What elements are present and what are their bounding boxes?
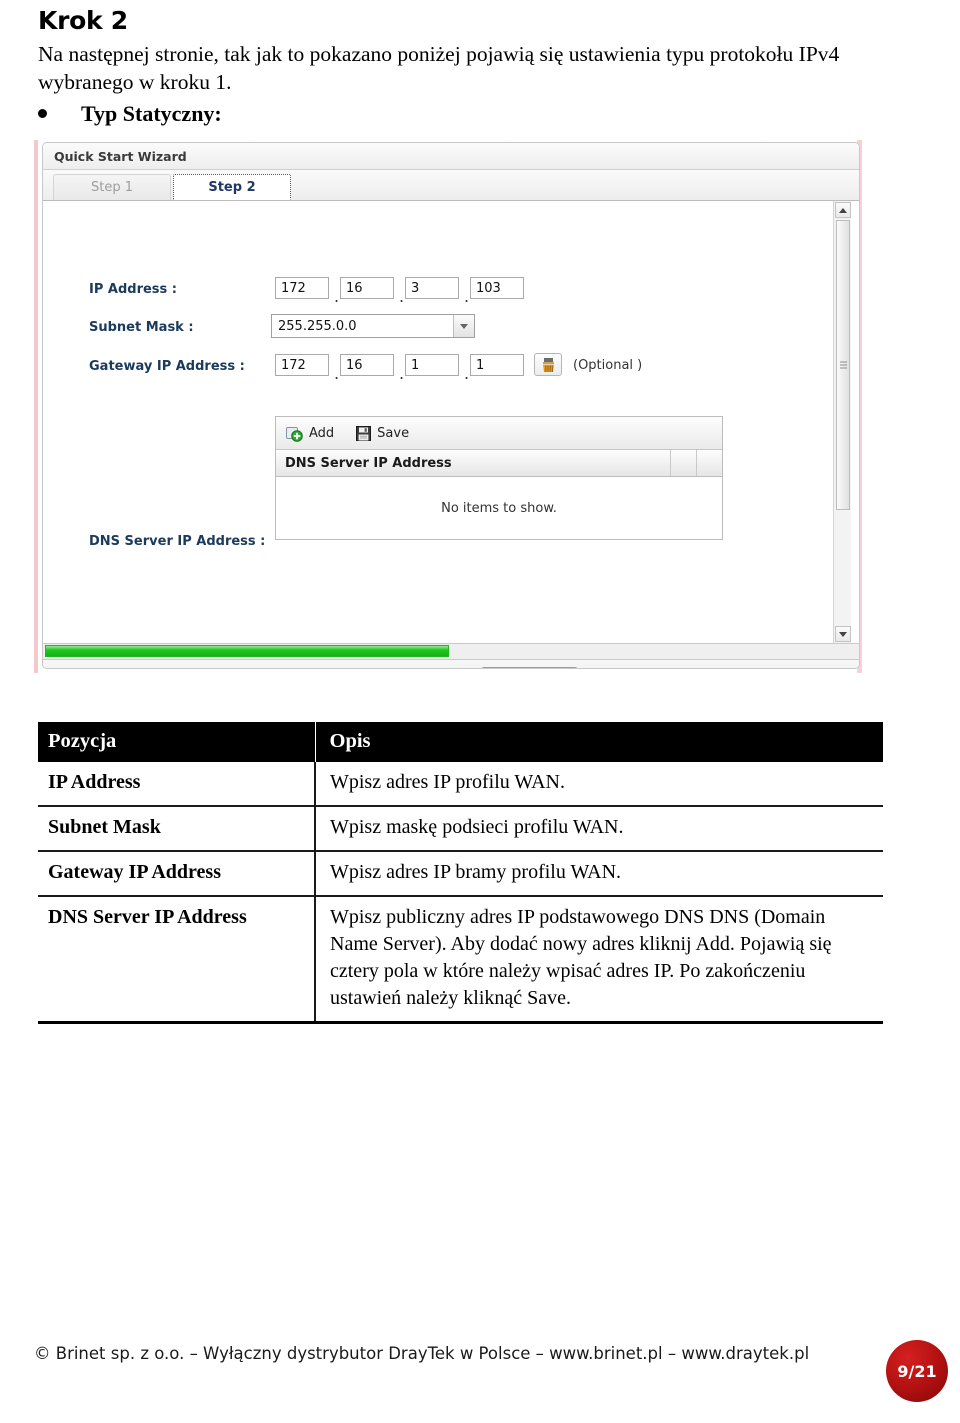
dns-panel-toolbar: Add Save — [276, 417, 722, 450]
gateway-optional-text: (Optional ) — [573, 358, 643, 373]
bullet-item-static-type: Typ Statyczny: — [38, 101, 222, 127]
add-icon — [286, 425, 303, 442]
scroll-down-arrow-icon[interactable] — [835, 626, 851, 642]
row-description-gateway-ip-address: Wpisz adres IP bramy profilu WAN. — [315, 851, 883, 897]
dns-column-header-blank-1[interactable] — [670, 450, 696, 476]
row-item-dns-server-ip-address: DNS Server IP Address — [38, 896, 316, 1024]
row-description-subnet-mask: Wpisz maskę podsieci profilu WAN. — [315, 806, 883, 852]
table-row: IP Address Wpisz adres IP profilu WAN. — [38, 762, 883, 807]
scroll-up-arrow-icon[interactable] — [835, 202, 851, 218]
tab-step-2[interactable]: Step 2 — [173, 174, 291, 200]
wizard-screenshot: Quick Start Wizard Step 1 Step 2 IP Addr… — [34, 140, 862, 673]
row-description-ip-address: Wpisz adres IP profilu WAN. — [315, 762, 883, 807]
table-row: Gateway IP Address Wpisz adres IP bramy … — [38, 851, 883, 897]
dns-table-header-row: DNS Server IP Address — [276, 450, 722, 477]
save-button-label: Save — [377, 425, 410, 441]
gateway-ip-address-label: Gateway IP Address : — [89, 359, 245, 374]
page-number-badge: 9/21 — [886, 1340, 948, 1402]
horizontal-scrollbar-thumb[interactable] — [45, 645, 449, 657]
gw-dot-1: . — [334, 364, 340, 383]
row-item-ip-address: IP Address — [38, 762, 316, 807]
ip-address-octet-4[interactable]: 103 — [470, 277, 524, 299]
ip-dot-1: . — [334, 287, 340, 306]
wizard-form-area: IP Address : 172 . 16 . 3 . 103 Subnet M… — [43, 201, 833, 643]
floppy-disk-icon — [356, 425, 372, 441]
gw-dot-2: . — [399, 364, 405, 383]
column-header-item: Pozycja — [38, 722, 315, 762]
gateway-octet-1[interactable]: 172 — [275, 354, 329, 376]
bullet-dot-icon — [38, 109, 47, 118]
wizard-tabstrip: Step 1 Step 2 — [43, 170, 859, 201]
finish-button[interactable]: Finish — [674, 668, 748, 669]
table-row: Subnet Mask Wpisz maskę podsieci profilu… — [38, 806, 883, 852]
bullet-item-label: Typ Statyczny: — [81, 101, 222, 126]
gateway-octet-4[interactable]: 1 — [470, 354, 524, 376]
save-button[interactable]: Save — [356, 425, 410, 441]
dns-column-header-blank-2[interactable] — [696, 450, 722, 476]
subnet-mask-value: 255.255.0.0 — [278, 318, 357, 334]
next-button[interactable]: Next — [591, 668, 661, 669]
dns-server-panel: Add Save DNS Server IP Address No items … — [275, 416, 723, 540]
dns-column-header-address[interactable]: DNS Server IP Address — [276, 456, 670, 471]
broom-glyph — [542, 357, 554, 372]
settings-table: Pozycja Opis IP Address Wpisz adres IP p… — [38, 722, 883, 1024]
subnet-mask-label: Subnet Mask : — [89, 320, 194, 335]
wizard-footer: Previous Next — [43, 660, 859, 669]
ip-address-octet-3[interactable]: 3 — [405, 277, 459, 299]
ip-address-octet-2[interactable]: 16 — [340, 277, 394, 299]
broom-icon[interactable] — [534, 353, 562, 376]
dns-empty-message: No items to show. — [276, 477, 722, 539]
scrollbar-thumb[interactable] — [836, 220, 850, 510]
column-header-description: Opis — [314, 722, 883, 762]
gw-dot-3: . — [464, 364, 470, 383]
add-button-label: Add — [309, 425, 335, 441]
row-description-dns-server-ip-address: Wpisz publiczny adres IP podstawowego DN… — [315, 896, 883, 1024]
footer-copyright: © Brinet sp. z o.o. – Wyłączny dystrybut… — [34, 1344, 810, 1363]
table-row: DNS Server IP Address Wpisz publiczny ad… — [38, 896, 883, 1024]
document-page: Krok 2 Na następnej stronie, tak jak to … — [0, 0, 960, 1423]
chevron-down-icon[interactable] — [453, 315, 474, 337]
ip-dot-3: . — [464, 287, 470, 306]
scrollbar-grip-icon — [840, 360, 847, 371]
gateway-octet-2[interactable]: 16 — [340, 354, 394, 376]
add-button[interactable]: Add — [286, 425, 334, 442]
ip-dot-2: . — [399, 287, 405, 306]
subnet-mask-select[interactable]: 255.255.0.0 — [271, 314, 475, 338]
vertical-scrollbar[interactable] — [833, 201, 851, 643]
row-item-gateway-ip-address: Gateway IP Address — [38, 851, 316, 897]
gateway-octet-3[interactable]: 1 — [405, 354, 459, 376]
ip-address-label: IP Address : — [89, 282, 177, 297]
quick-start-wizard-window: Quick Start Wizard Step 1 Step 2 IP Addr… — [42, 142, 860, 669]
previous-button[interactable]: Previous — [480, 666, 578, 668]
wizard-body: IP Address : 172 . 16 . 3 . 103 Subnet M… — [43, 201, 859, 643]
ip-address-octet-1[interactable]: 172 — [275, 277, 329, 299]
intro-paragraph: Na następnej stronie, tak jak to pokazan… — [38, 42, 840, 94]
row-item-subnet-mask: Subnet Mask — [38, 806, 316, 852]
cancel-button[interactable]: Cancel — [761, 668, 843, 669]
window-title: Quick Start Wizard — [43, 143, 859, 170]
dns-server-ip-address-label: DNS Server IP Address : — [89, 534, 266, 549]
table-header-row: Pozycja Opis — [38, 722, 883, 762]
page-title: Krok 2 — [38, 6, 128, 35]
horizontal-scrollbar[interactable] — [43, 643, 859, 660]
tab-step-1[interactable]: Step 1 — [53, 174, 171, 200]
